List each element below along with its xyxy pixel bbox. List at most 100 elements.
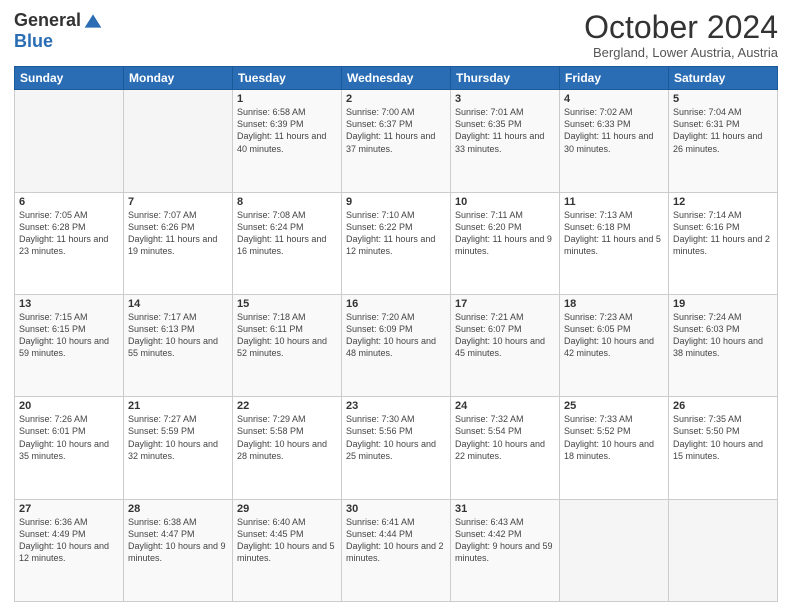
day-number: 3 — [455, 93, 555, 105]
calendar-header: Sunday Monday Tuesday Wednesday Thursday… — [15, 67, 778, 90]
calendar-body: 1Sunrise: 6:58 AM Sunset: 6:39 PM Daylig… — [15, 90, 778, 602]
weekday-wednesday: Wednesday — [342, 67, 451, 90]
day-number: 10 — [455, 196, 555, 208]
day-number: 7 — [128, 196, 228, 208]
cell-content: Sunrise: 7:29 AM Sunset: 5:58 PM Dayligh… — [237, 413, 337, 462]
location-title: Bergland, Lower Austria, Austria — [584, 45, 778, 60]
day-cell: 18Sunrise: 7:23 AM Sunset: 6:05 PM Dayli… — [560, 294, 669, 396]
cell-content: Sunrise: 7:00 AM Sunset: 6:37 PM Dayligh… — [346, 106, 446, 155]
calendar-table: Sunday Monday Tuesday Wednesday Thursday… — [14, 66, 778, 602]
cell-content: Sunrise: 7:32 AM Sunset: 5:54 PM Dayligh… — [455, 413, 555, 462]
day-cell: 29Sunrise: 6:40 AM Sunset: 4:45 PM Dayli… — [233, 499, 342, 601]
cell-content: Sunrise: 6:41 AM Sunset: 4:44 PM Dayligh… — [346, 516, 446, 565]
day-cell: 10Sunrise: 7:11 AM Sunset: 6:20 PM Dayli… — [451, 192, 560, 294]
cell-content: Sunrise: 6:38 AM Sunset: 4:47 PM Dayligh… — [128, 516, 228, 565]
cell-content: Sunrise: 7:04 AM Sunset: 6:31 PM Dayligh… — [673, 106, 773, 155]
cell-content: Sunrise: 7:26 AM Sunset: 6:01 PM Dayligh… — [19, 413, 119, 462]
day-cell: 12Sunrise: 7:14 AM Sunset: 6:16 PM Dayli… — [669, 192, 778, 294]
day-number: 29 — [237, 503, 337, 515]
day-number: 1 — [237, 93, 337, 105]
day-number: 18 — [564, 298, 664, 310]
week-row-0: 1Sunrise: 6:58 AM Sunset: 6:39 PM Daylig… — [15, 90, 778, 192]
week-row-3: 20Sunrise: 7:26 AM Sunset: 6:01 PM Dayli… — [15, 397, 778, 499]
day-cell: 21Sunrise: 7:27 AM Sunset: 5:59 PM Dayli… — [124, 397, 233, 499]
day-number: 28 — [128, 503, 228, 515]
month-title: October 2024 — [584, 10, 778, 45]
day-number: 24 — [455, 400, 555, 412]
title-area: October 2024 Bergland, Lower Austria, Au… — [584, 10, 778, 60]
day-cell: 22Sunrise: 7:29 AM Sunset: 5:58 PM Dayli… — [233, 397, 342, 499]
calendar-page: General Blue October 2024 Bergland, Lowe… — [0, 0, 792, 612]
cell-content: Sunrise: 7:11 AM Sunset: 6:20 PM Dayligh… — [455, 209, 555, 258]
day-number: 23 — [346, 400, 446, 412]
day-cell: 5Sunrise: 7:04 AM Sunset: 6:31 PM Daylig… — [669, 90, 778, 192]
cell-content: Sunrise: 7:27 AM Sunset: 5:59 PM Dayligh… — [128, 413, 228, 462]
day-number: 5 — [673, 93, 773, 105]
day-number: 9 — [346, 196, 446, 208]
weekday-tuesday: Tuesday — [233, 67, 342, 90]
day-number: 12 — [673, 196, 773, 208]
cell-content: Sunrise: 6:40 AM Sunset: 4:45 PM Dayligh… — [237, 516, 337, 565]
day-cell: 16Sunrise: 7:20 AM Sunset: 6:09 PM Dayli… — [342, 294, 451, 396]
cell-content: Sunrise: 7:17 AM Sunset: 6:13 PM Dayligh… — [128, 311, 228, 360]
day-number: 30 — [346, 503, 446, 515]
day-cell: 2Sunrise: 7:00 AM Sunset: 6:37 PM Daylig… — [342, 90, 451, 192]
week-row-2: 13Sunrise: 7:15 AM Sunset: 6:15 PM Dayli… — [15, 294, 778, 396]
day-number: 22 — [237, 400, 337, 412]
cell-content: Sunrise: 7:08 AM Sunset: 6:24 PM Dayligh… — [237, 209, 337, 258]
day-number: 17 — [455, 298, 555, 310]
day-cell: 11Sunrise: 7:13 AM Sunset: 6:18 PM Dayli… — [560, 192, 669, 294]
day-cell: 14Sunrise: 7:17 AM Sunset: 6:13 PM Dayli… — [124, 294, 233, 396]
week-row-1: 6Sunrise: 7:05 AM Sunset: 6:28 PM Daylig… — [15, 192, 778, 294]
day-cell: 13Sunrise: 7:15 AM Sunset: 6:15 PM Dayli… — [15, 294, 124, 396]
weekday-monday: Monday — [124, 67, 233, 90]
cell-content: Sunrise: 7:07 AM Sunset: 6:26 PM Dayligh… — [128, 209, 228, 258]
cell-content: Sunrise: 6:58 AM Sunset: 6:39 PM Dayligh… — [237, 106, 337, 155]
day-number: 13 — [19, 298, 119, 310]
day-number: 15 — [237, 298, 337, 310]
cell-content: Sunrise: 7:15 AM Sunset: 6:15 PM Dayligh… — [19, 311, 119, 360]
day-cell: 20Sunrise: 7:26 AM Sunset: 6:01 PM Dayli… — [15, 397, 124, 499]
day-cell: 31Sunrise: 6:43 AM Sunset: 4:42 PM Dayli… — [451, 499, 560, 601]
day-number: 11 — [564, 196, 664, 208]
day-cell: 7Sunrise: 7:07 AM Sunset: 6:26 PM Daylig… — [124, 192, 233, 294]
day-cell — [669, 499, 778, 601]
day-cell: 23Sunrise: 7:30 AM Sunset: 5:56 PM Dayli… — [342, 397, 451, 499]
cell-content: Sunrise: 6:43 AM Sunset: 4:42 PM Dayligh… — [455, 516, 555, 565]
day-number: 14 — [128, 298, 228, 310]
logo-blue-text: Blue — [14, 31, 53, 51]
day-cell: 17Sunrise: 7:21 AM Sunset: 6:07 PM Dayli… — [451, 294, 560, 396]
logo: General — [14, 10, 103, 31]
cell-content: Sunrise: 7:18 AM Sunset: 6:11 PM Dayligh… — [237, 311, 337, 360]
cell-content: Sunrise: 7:10 AM Sunset: 6:22 PM Dayligh… — [346, 209, 446, 258]
day-number: 25 — [564, 400, 664, 412]
day-cell: 27Sunrise: 6:36 AM Sunset: 4:49 PM Dayli… — [15, 499, 124, 601]
day-cell: 25Sunrise: 7:33 AM Sunset: 5:52 PM Dayli… — [560, 397, 669, 499]
day-number: 4 — [564, 93, 664, 105]
cell-content: Sunrise: 7:21 AM Sunset: 6:07 PM Dayligh… — [455, 311, 555, 360]
weekday-thursday: Thursday — [451, 67, 560, 90]
day-number: 26 — [673, 400, 773, 412]
day-cell: 15Sunrise: 7:18 AM Sunset: 6:11 PM Dayli… — [233, 294, 342, 396]
weekday-saturday: Saturday — [669, 67, 778, 90]
day-cell: 4Sunrise: 7:02 AM Sunset: 6:33 PM Daylig… — [560, 90, 669, 192]
day-cell: 6Sunrise: 7:05 AM Sunset: 6:28 PM Daylig… — [15, 192, 124, 294]
cell-content: Sunrise: 7:30 AM Sunset: 5:56 PM Dayligh… — [346, 413, 446, 462]
day-number: 20 — [19, 400, 119, 412]
logo-general-text: General — [14, 10, 81, 31]
logo-icon — [83, 11, 103, 31]
day-cell: 28Sunrise: 6:38 AM Sunset: 4:47 PM Dayli… — [124, 499, 233, 601]
cell-content: Sunrise: 7:24 AM Sunset: 6:03 PM Dayligh… — [673, 311, 773, 360]
day-cell — [560, 499, 669, 601]
day-number: 2 — [346, 93, 446, 105]
day-number: 19 — [673, 298, 773, 310]
day-cell: 30Sunrise: 6:41 AM Sunset: 4:44 PM Dayli… — [342, 499, 451, 601]
day-cell: 24Sunrise: 7:32 AM Sunset: 5:54 PM Dayli… — [451, 397, 560, 499]
day-cell: 26Sunrise: 7:35 AM Sunset: 5:50 PM Dayli… — [669, 397, 778, 499]
weekday-row: Sunday Monday Tuesday Wednesday Thursday… — [15, 67, 778, 90]
cell-content: Sunrise: 7:35 AM Sunset: 5:50 PM Dayligh… — [673, 413, 773, 462]
day-cell: 3Sunrise: 7:01 AM Sunset: 6:35 PM Daylig… — [451, 90, 560, 192]
cell-content: Sunrise: 7:05 AM Sunset: 6:28 PM Dayligh… — [19, 209, 119, 258]
cell-content: Sunrise: 7:20 AM Sunset: 6:09 PM Dayligh… — [346, 311, 446, 360]
cell-content: Sunrise: 6:36 AM Sunset: 4:49 PM Dayligh… — [19, 516, 119, 565]
